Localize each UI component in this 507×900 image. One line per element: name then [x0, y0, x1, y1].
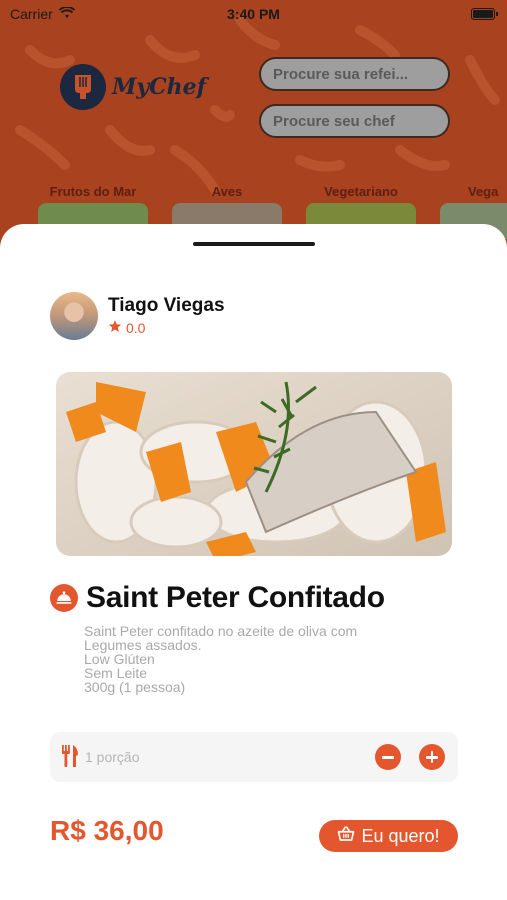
dish-description: Saint Peter confitado no azeite de oliva… — [84, 624, 444, 694]
chef-info[interactable]: Tiago Viegas 0.0 — [50, 292, 225, 340]
category-label: Aves — [211, 184, 243, 199]
description-line: Legumes assados. — [84, 637, 202, 653]
cloche-icon — [50, 584, 78, 612]
description-line: Low Glúten — [84, 651, 155, 667]
buy-button-label: Eu quero! — [361, 825, 440, 846]
portion-selector: 1 porção — [50, 732, 458, 782]
battery-icon — [471, 8, 498, 20]
search-chef-input[interactable]: Procure seu chef — [259, 104, 450, 138]
dish-title-row: Saint Peter Confitado — [50, 581, 385, 615]
category-label: Vega — [468, 184, 499, 199]
category-label: Vegetariano — [324, 184, 398, 199]
app-logo: MyChef — [60, 64, 206, 110]
decrease-quantity-button[interactable] — [375, 744, 401, 770]
rating-value: 0.0 — [126, 320, 146, 336]
buy-button[interactable]: Eu quero! — [319, 820, 458, 852]
increase-quantity-button[interactable] — [419, 744, 445, 770]
description-line: Saint Peter confitado no azeite de oliva… — [84, 623, 358, 639]
dish-photo — [56, 372, 452, 556]
basket-icon — [337, 825, 355, 847]
portion-label: 1 porção — [85, 749, 140, 765]
status-bar: Carrier 3:40 PM — [0, 0, 507, 30]
avatar — [50, 292, 98, 340]
sheet-grabber[interactable] — [193, 242, 315, 246]
star-icon — [108, 319, 122, 338]
description-line: 300g (1 pessoa) — [84, 679, 186, 695]
chef-name: Tiago Viegas — [108, 294, 225, 316]
fork-knife-icon — [61, 745, 79, 772]
dish-detail-sheet: Tiago Viegas 0.0 Saint Peter Confitado S… — [0, 224, 507, 900]
price-label: R$ 36,00 — [50, 815, 164, 846]
logo-text: MyChef — [112, 74, 207, 100]
status-time: 3:40 PM — [227, 6, 280, 22]
search-meal-input[interactable]: Procure sua refei... — [259, 57, 450, 91]
dish-title: Saint Peter Confitado — [86, 581, 385, 614]
category-label: Frutos do Mar — [49, 184, 137, 199]
description-line: Sem Leite — [84, 665, 148, 681]
chef-logo-icon — [60, 64, 106, 110]
chef-rating: 0.0 — [108, 319, 225, 338]
background-screen: Carrier 3:40 PM MyChef Procure sua refei… — [0, 0, 507, 260]
